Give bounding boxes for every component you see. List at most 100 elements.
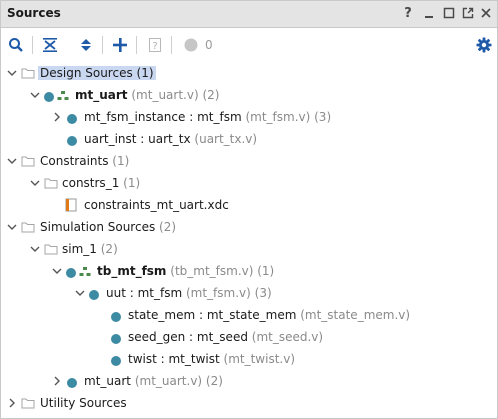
module-file: (tb_mt_fsm.v) (1): [170, 264, 275, 278]
add-sources-button[interactable]: [109, 34, 131, 56]
toolbar-separator: [136, 36, 137, 54]
module-file: (mt_fsm.v) (3): [245, 110, 332, 124]
float-button[interactable]: [459, 4, 477, 22]
chevron-right-icon[interactable]: [51, 111, 63, 123]
chevron-down-icon[interactable]: [29, 243, 41, 255]
module-file: (mt_state_mem.v): [300, 308, 411, 322]
svg-text:?: ?: [152, 41, 157, 52]
module-name: mt_uart: [84, 374, 131, 388]
tree-node-mt-fsm-instance[interactable]: mt_fsm_instance : mt_fsm (mt_fsm.v) (3): [1, 107, 497, 129]
tree-node-seed-gen[interactable]: seed_gen : mt_seed (mt_seed.v): [1, 327, 497, 349]
folder-icon: [44, 176, 58, 193]
tree-node-xdc-file[interactable]: constraints_mt_uart.xdc: [1, 195, 497, 217]
top-module-icon: [57, 90, 69, 105]
module-file: (mt_uart.v) (2): [131, 88, 220, 102]
chevron-down-icon[interactable]: [74, 287, 86, 299]
expand-all-button[interactable]: [75, 34, 97, 56]
module-name: mt_fsm_instance : mt_fsm: [84, 110, 242, 124]
tree-node-label: Constraints: [40, 154, 109, 168]
module-icon: [111, 333, 121, 347]
plus-icon: [113, 38, 127, 52]
tree-node-uut[interactable]: uut : mt_fsm (mt_fsm.v) (3): [1, 283, 497, 305]
chevron-down-icon[interactable]: [6, 67, 18, 79]
tree-node-uart-inst[interactable]: uart_inst : uart_tx (uart_tx.v): [1, 129, 497, 151]
tree-node-state-mem[interactable]: state_mem : mt_state_mem (mt_state_mem.v…: [1, 305, 497, 327]
chevron-down-icon[interactable]: [29, 89, 41, 101]
module-file: (uart_tx.v): [194, 132, 258, 146]
module-name: mt_uart: [75, 88, 128, 102]
warning-count: 0: [205, 38, 213, 52]
tree-node-label: sim_1: [62, 242, 97, 256]
tree-node-count: (1): [136, 66, 154, 80]
chevron-right-icon[interactable]: [51, 375, 63, 387]
chevron-down-icon[interactable]: [51, 265, 63, 277]
collapse-all-icon: [43, 38, 57, 52]
tree-node-simulation-sources[interactable]: Simulation Sources (2): [1, 217, 497, 239]
tree-node-count: (1): [123, 176, 141, 190]
toolbar-separator: [102, 36, 103, 54]
module-file: (mt_twist.v): [223, 352, 295, 366]
constraint-file-icon: [65, 198, 77, 215]
tree-node-design-sources[interactable]: Design Sources (1): [1, 63, 497, 85]
tree-node-count: (2): [159, 220, 177, 234]
close-icon: [481, 8, 491, 18]
file-question-icon: ?: [149, 38, 161, 52]
folder-icon: [21, 396, 35, 413]
gear-icon: [476, 37, 492, 53]
minimize-button[interactable]: [420, 4, 438, 22]
chevron-down-icon[interactable]: [6, 155, 18, 167]
tree-node-sim-1[interactable]: sim_1 (2): [1, 239, 497, 261]
search-icon: [9, 38, 23, 52]
folder-icon: [21, 154, 35, 171]
module-icon: [44, 91, 54, 105]
help-button[interactable]: ?: [399, 4, 417, 22]
chevron-down-icon[interactable]: [6, 221, 18, 233]
module-icon: [111, 311, 121, 325]
toolbar: ? 0: [1, 28, 497, 60]
tree-node-constraints[interactable]: Constraints (1): [1, 151, 497, 173]
properties-button[interactable]: ?: [144, 34, 166, 56]
expand-all-icon: [81, 39, 91, 51]
collapse-all-button[interactable]: [39, 34, 61, 56]
search-button[interactable]: [5, 34, 27, 56]
chevron-right-icon[interactable]: [6, 397, 18, 409]
module-name: twist : mt_twist: [128, 352, 220, 366]
module-name: state_mem : mt_state_mem: [128, 308, 297, 322]
module-file: (mt_seed.v): [251, 330, 324, 344]
tree-node-count: (2): [100, 242, 118, 256]
module-file: (mt_uart.v) (2): [134, 374, 223, 388]
module-name: seed_gen : mt_seed: [128, 330, 248, 344]
module-icon: [66, 267, 76, 281]
tree-node-sim-mt-uart[interactable]: mt_uart (mt_uart.v) (2): [1, 371, 497, 393]
tree-node-label: Utility Sources: [40, 396, 127, 410]
file-name: constraints_mt_uart.xdc: [84, 198, 229, 212]
tree-node-utility-sources[interactable]: Utility Sources: [1, 393, 497, 415]
close-button[interactable]: [477, 4, 495, 22]
tree-node-mt-uart[interactable]: mt_uart (mt_uart.v) (2): [1, 85, 497, 107]
minimize-icon: [425, 16, 433, 18]
panel-titlebar: Sources ?: [1, 1, 497, 28]
tree-node-label: constrs_1: [62, 176, 120, 190]
tree-node-label: Design Sources: [40, 66, 133, 80]
toolbar-separator: [171, 36, 172, 54]
float-icon: [462, 7, 474, 19]
tree-node-constrs-1[interactable]: constrs_1 (1): [1, 173, 497, 195]
toolbar-separator: [32, 36, 33, 54]
module-icon: [111, 355, 121, 369]
warning-status[interactable]: [180, 34, 202, 56]
tree-node-twist[interactable]: twist : mt_twist (mt_twist.v): [1, 349, 497, 371]
tree-node-label: Simulation Sources: [40, 220, 156, 234]
tree-node-tb-mt-fsm[interactable]: tb_mt_fsm (tb_mt_fsm.v) (1): [1, 261, 497, 283]
folder-icon: [44, 242, 58, 259]
panel-title: Sources: [7, 6, 61, 20]
status-circle-icon: [184, 38, 198, 52]
settings-button[interactable]: [473, 34, 495, 56]
maximize-button[interactable]: [440, 4, 458, 22]
folder-icon: [21, 220, 35, 237]
folder-icon: [21, 66, 35, 83]
chevron-down-icon[interactable]: [29, 177, 41, 189]
module-icon: [67, 377, 77, 391]
module-icon: [67, 113, 77, 127]
tree-node-count: (1): [112, 154, 130, 168]
module-file: (mt_fsm.v) (3): [185, 286, 272, 300]
